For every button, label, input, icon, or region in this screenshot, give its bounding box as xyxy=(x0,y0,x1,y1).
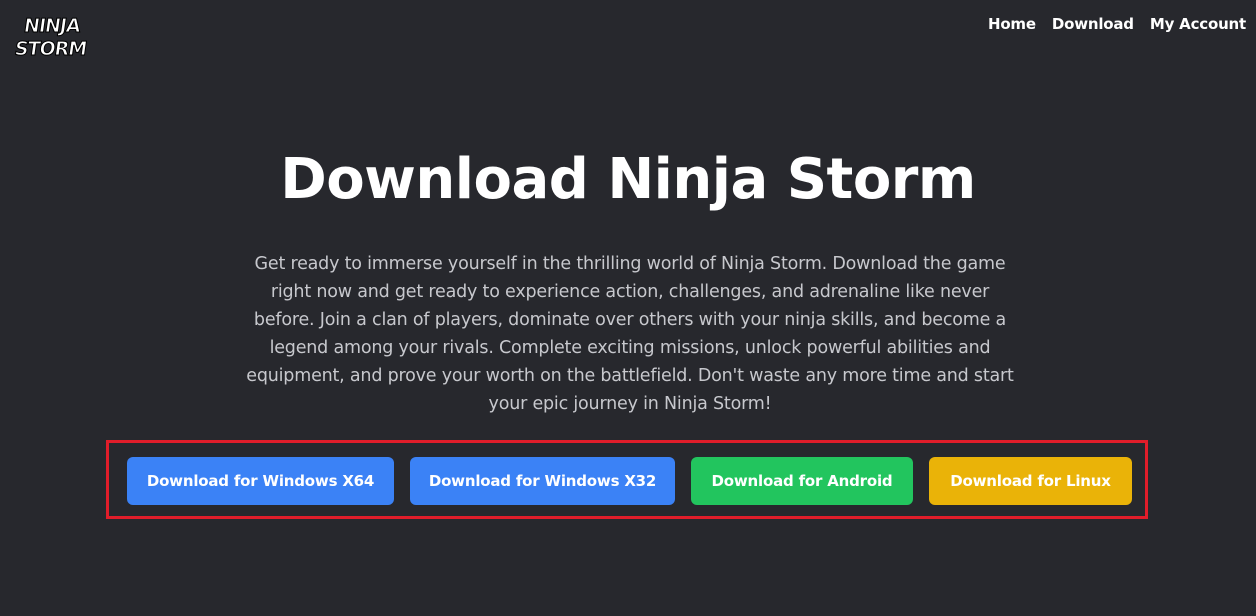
page-title: Download Ninja Storm xyxy=(280,147,976,212)
page: NINJA STORM Home Download My Account Dow… xyxy=(0,0,1256,616)
nav-download-link[interactable]: Download xyxy=(1052,15,1134,33)
download-buttons-group: Download for Windows X64 Download for Wi… xyxy=(0,457,1256,505)
download-android-button[interactable]: Download for Android xyxy=(691,457,913,505)
ninja-storm-logo[interactable]: NINJA STORM xyxy=(12,12,92,60)
nav-my-account-link[interactable]: My Account xyxy=(1150,15,1246,33)
svg-text:STORM: STORM xyxy=(13,37,88,60)
top-nav: Home Download My Account xyxy=(988,15,1246,33)
download-linux-button[interactable]: Download for Linux xyxy=(929,457,1132,505)
nav-home-link[interactable]: Home xyxy=(988,15,1036,33)
download-windows-x32-button[interactable]: Download for Windows X32 xyxy=(410,457,675,505)
svg-text:NINJA: NINJA xyxy=(22,14,82,37)
download-windows-x64-button[interactable]: Download for Windows X64 xyxy=(127,457,394,505)
hero-description: Get ready to immerse yourself in the thr… xyxy=(246,254,1014,414)
logo-graphic: NINJA STORM xyxy=(13,14,89,60)
